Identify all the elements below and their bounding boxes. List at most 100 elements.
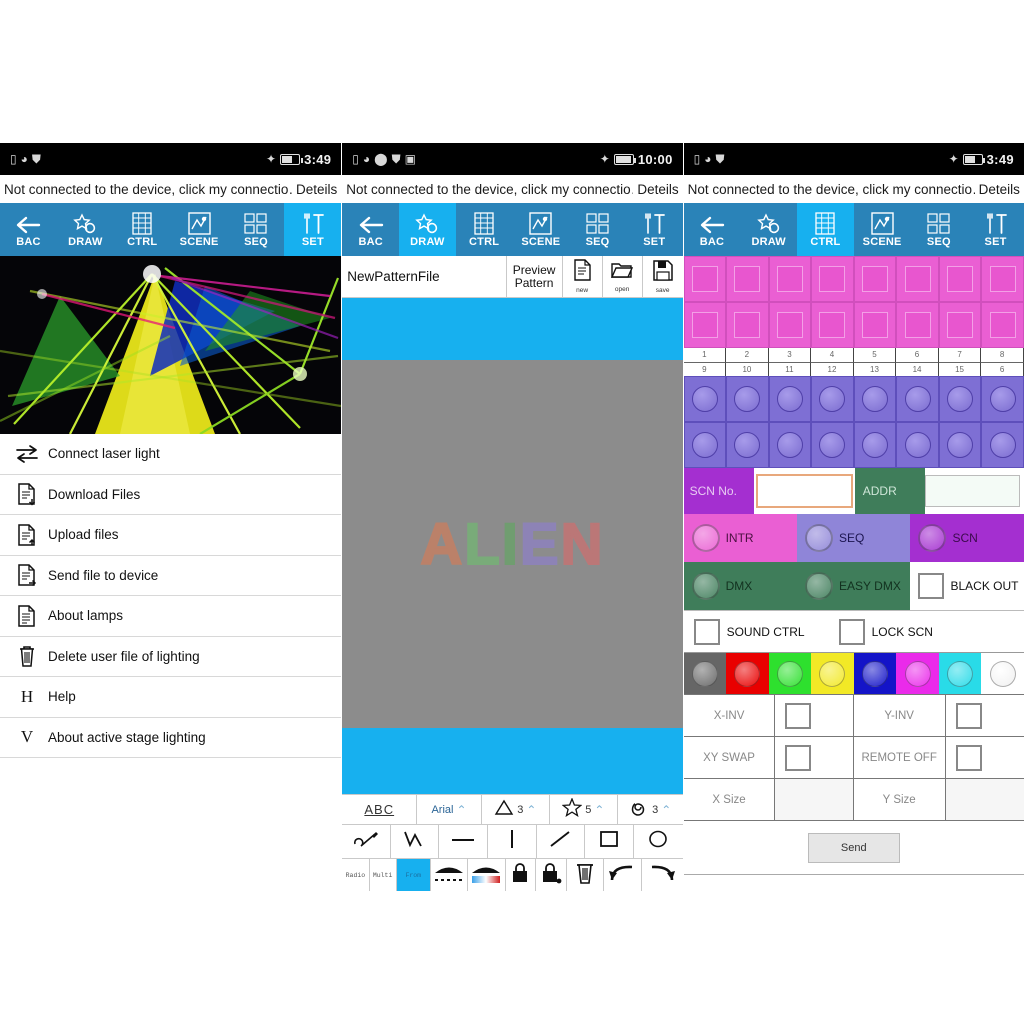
connection-notice-bar[interactable]: Not connected to the device, click my co… (342, 175, 683, 203)
spiral-turns-stepper[interactable]: 3 ⌃ (618, 795, 683, 824)
menu-item-about-active-stage-lighting[interactable]: V About active stage lighting (0, 718, 342, 758)
connection-notice-bar[interactable]: Not connected to the device, click my co… (683, 175, 1024, 203)
rectangle-tool-button[interactable] (585, 825, 634, 858)
x-inv-checkbox[interactable] (785, 702, 812, 729)
scene-pad[interactable] (938, 256, 982, 302)
nav-item-ctrl[interactable]: CTRL (456, 203, 513, 256)
nav-item-scene[interactable]: SCENE (512, 203, 569, 256)
control-knob[interactable] (981, 376, 1024, 422)
control-knob[interactable] (726, 422, 769, 468)
nav-item-seq[interactable]: SEQ (910, 203, 967, 256)
details-button[interactable]: Deteils (633, 182, 678, 197)
control-knob[interactable] (726, 376, 769, 422)
xy-swap-control[interactable] (775, 737, 854, 778)
control-knob[interactable] (938, 376, 982, 422)
control-knob[interactable] (811, 376, 854, 422)
ellipse-tool-button[interactable] (634, 825, 683, 858)
menu-item-send-file-to-device[interactable]: Send file to device (0, 556, 342, 596)
text-tool-button[interactable]: ABC (342, 795, 418, 824)
y-size-input[interactable] (945, 779, 1024, 820)
black-out-option[interactable]: BLACK OUT (910, 562, 1024, 610)
nav-item-set[interactable]: SET (967, 203, 1024, 256)
scene-pad[interactable] (811, 256, 854, 302)
nav-item-seq[interactable]: SEQ (228, 203, 285, 256)
control-knob[interactable] (853, 422, 897, 468)
remote-off-checkbox[interactable] (955, 744, 982, 771)
polygon-sides-stepper[interactable]: 3 ⌃ (482, 795, 550, 824)
polyline-tool-button[interactable] (391, 825, 440, 858)
color-swatch-magenta[interactable] (896, 653, 939, 694)
scene-pad[interactable] (896, 302, 939, 348)
color-swatch-red[interactable] (726, 653, 769, 694)
color-swatch-blue[interactable] (853, 653, 897, 694)
scene-pad[interactable] (896, 256, 939, 302)
chevron-up-icon[interactable]: ⌃ (456, 803, 466, 817)
scene-pad[interactable] (853, 302, 897, 348)
color-swatch-green[interactable] (768, 653, 812, 694)
lock-scn-option[interactable]: LOCK SCN (838, 618, 933, 645)
scene-pad[interactable] (683, 302, 727, 348)
chevron-up-icon[interactable]: ⌃ (526, 803, 536, 817)
redo-button[interactable] (642, 859, 683, 891)
menu-item-help[interactable]: H Help (0, 677, 342, 718)
scene-pad[interactable] (981, 256, 1024, 302)
nav-item-scene[interactable]: SCENE (854, 203, 911, 256)
horizontal-line-tool-button[interactable] (439, 825, 489, 858)
scene-pad[interactable] (938, 302, 982, 348)
nav-item-scene[interactable]: SCENE (171, 203, 228, 256)
mode-button-intr[interactable]: INTR (683, 514, 798, 562)
addr-input[interactable] (924, 475, 1020, 507)
nav-item-set[interactable]: SET (626, 203, 683, 256)
x-size-input[interactable] (775, 779, 854, 820)
mode-button-scn[interactable]: SCN (910, 514, 1024, 562)
menu-item-delete-user-file[interactable]: Delete user file of lighting (0, 637, 342, 677)
control-knob[interactable] (811, 422, 854, 468)
radio-mode-button[interactable]: Radio (342, 859, 370, 891)
scn-no-input[interactable] (755, 474, 853, 508)
from-mode-button[interactable]: From (396, 859, 431, 891)
x-inv-control[interactable] (775, 695, 854, 736)
control-knob[interactable] (853, 376, 897, 422)
send-button[interactable]: Send (807, 832, 900, 863)
chevron-up-icon[interactable]: ⌃ (661, 803, 671, 817)
lock-scn-checkbox[interactable] (838, 618, 865, 645)
y-inv-checkbox[interactable] (955, 702, 982, 729)
preview-pattern-button[interactable]: Preview Pattern (507, 256, 563, 297)
color-swatch-cyan[interactable] (938, 653, 982, 694)
scene-pad[interactable] (683, 256, 727, 302)
scene-pad[interactable] (981, 302, 1024, 348)
open-file-button[interactable]: open (603, 256, 643, 297)
delete-button[interactable] (567, 859, 605, 891)
dashed-style-button[interactable] (431, 859, 469, 891)
nav-item-seq[interactable]: SEQ (569, 203, 626, 256)
sound-ctrl-option[interactable]: SOUND CTRL (693, 618, 805, 645)
gradient-style-button[interactable] (468, 859, 506, 891)
menu-item-download-files[interactable]: Download Files (0, 475, 342, 515)
control-knob[interactable] (768, 422, 812, 468)
control-knob[interactable] (896, 376, 939, 422)
color-swatch-yellow[interactable] (811, 653, 854, 694)
control-knob[interactable] (768, 376, 812, 422)
menu-item-about-lamps[interactable]: About lamps (0, 596, 342, 637)
nav-item-bac[interactable]: BAC (684, 203, 741, 256)
diagonal-line-tool-button[interactable] (537, 825, 586, 858)
scene-pad[interactable] (726, 256, 769, 302)
mode-button-dmx[interactable]: DMX (683, 562, 798, 610)
undo-button[interactable] (604, 859, 642, 891)
color-swatch-white[interactable] (981, 653, 1024, 694)
color-swatch-gray[interactable] (683, 653, 727, 694)
nav-item-draw[interactable]: DRAW (740, 203, 797, 256)
chevron-up-icon[interactable]: ⌃ (594, 803, 604, 817)
vertical-line-tool-button[interactable] (488, 825, 537, 858)
remote-off-control[interactable] (946, 737, 1024, 778)
connection-notice-bar[interactable]: Not connected to the device, click my co… (0, 175, 342, 203)
details-button[interactable]: Deteils (975, 182, 1020, 197)
star-points-stepper[interactable]: 5 ⌃ (550, 795, 618, 824)
pen-tool-button[interactable] (342, 825, 391, 858)
sound-ctrl-checkbox[interactable] (693, 618, 720, 645)
details-button[interactable]: Deteils (292, 182, 337, 197)
control-knob[interactable] (896, 422, 939, 468)
save-file-button[interactable]: save (643, 256, 683, 297)
scene-pad[interactable] (768, 256, 812, 302)
nav-item-draw[interactable]: DRAW (57, 203, 114, 256)
